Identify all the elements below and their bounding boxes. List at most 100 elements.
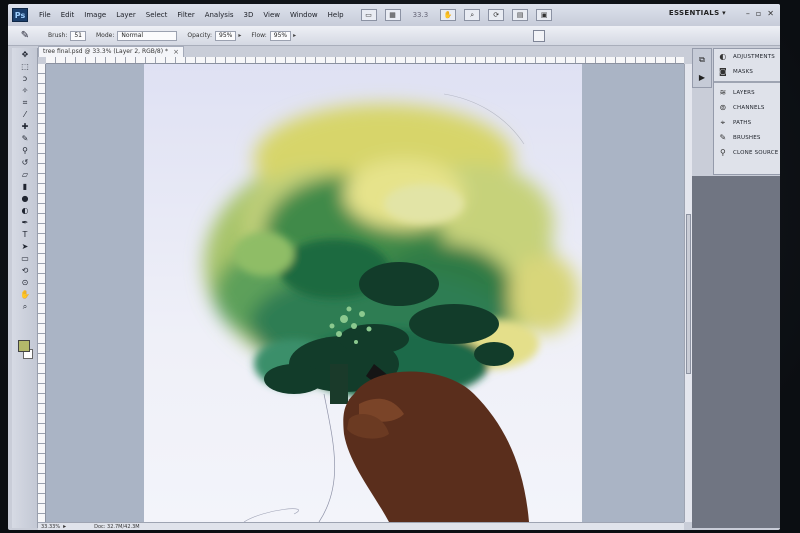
gradient-icon[interactable]: ▮ <box>15 181 35 192</box>
opacity-field[interactable]: 95% <box>215 30 237 41</box>
status-zoom[interactable]: 33.33% <box>38 524 63 530</box>
pasteboard <box>46 64 684 522</box>
history-panel-icon[interactable]: ⧉ <box>695 54 709 66</box>
minimize-icon[interactable]: – <box>746 9 750 18</box>
scrollbar-thumb[interactable] <box>686 214 691 374</box>
status-document-size: Doc: 32.7M/42.3M <box>94 523 140 530</box>
brush-size-picker[interactable]: 51 <box>70 30 86 41</box>
photoshop-logo: Ps <box>12 8 28 22</box>
panel-divider <box>714 81 780 83</box>
arrange-documents-icon[interactable]: ▤ <box>512 9 529 21</box>
brush-icon[interactable]: ✎ <box>15 133 35 144</box>
zoom-level-field[interactable]: 33.3 <box>409 11 433 19</box>
menu-image[interactable]: Image <box>79 11 111 19</box>
shape-icon[interactable]: ▭ <box>15 253 35 264</box>
tree-painting <box>204 93 579 522</box>
close-icon[interactable]: × <box>173 48 179 56</box>
vertical-ruler <box>38 64 46 522</box>
opacity-label: Opacity: <box>187 32 213 39</box>
menu-window[interactable]: Window <box>285 11 323 19</box>
masks-icon: ◙ <box>719 67 727 76</box>
brushes-icon: ✎ <box>719 133 727 142</box>
sketch-root-line <box>243 508 299 522</box>
hand-icon[interactable]: ✋ <box>15 289 35 300</box>
panel-label: CLONE SOURCE <box>733 149 779 156</box>
menu-edit[interactable]: Edit <box>56 11 80 19</box>
horizontal-ruler <box>46 57 684 64</box>
menu-layer[interactable]: Layer <box>111 11 141 19</box>
tools-panel: ✥ ⬚ ↄ ✧ ⌗ ⁄ ✚ ✎ ⚲ ↺ ▱ ▮ ● ◐ ✒ T ➤ ▭ ⟲ ⊙ … <box>12 48 38 528</box>
panel-layers[interactable]: ≋ LAYERS <box>714 85 780 100</box>
document-canvas[interactable] <box>144 64 582 522</box>
panel-masks[interactable]: ◙ MASKS <box>714 64 780 79</box>
move-icon[interactable]: ✥ <box>15 49 35 60</box>
foreground-color-swatch[interactable] <box>18 340 30 352</box>
type-icon[interactable]: T <box>15 229 35 240</box>
path-select-icon[interactable]: ➤ <box>15 241 35 252</box>
window-controls: – ▫ ✕ <box>746 9 774 18</box>
3d-rotate-icon[interactable]: ⟲ <box>15 265 35 276</box>
eraser-icon[interactable]: ▱ <box>15 169 35 180</box>
close-icon[interactable]: ✕ <box>767 9 774 18</box>
history-brush-icon[interactable]: ↺ <box>15 157 35 168</box>
clone-stamp-icon[interactable]: ⚲ <box>15 145 35 156</box>
status-bar: 33.33% ▸ Doc: 32.7M/42.3M <box>38 522 684 530</box>
panel-adjustments[interactable]: ◐ ADJUSTMENTS <box>714 49 780 64</box>
menu-3d[interactable]: 3D <box>239 11 259 19</box>
quick-select-icon[interactable]: ✧ <box>15 85 35 96</box>
menu-file[interactable]: File <box>34 11 56 19</box>
collapsed-panel-icons: ⧉ ▶ <box>692 48 712 88</box>
hand-tool-icon[interactable]: ✋ <box>440 9 457 21</box>
marquee-icon[interactable]: ⬚ <box>15 61 35 72</box>
panel-channels[interactable]: ⊚ CHANNELS <box>714 100 780 115</box>
sketch-trunk-line <box>318 393 335 522</box>
zoom-icon[interactable]: ⌕ <box>15 301 35 312</box>
chevron-right-icon[interactable]: ▸ <box>293 32 296 39</box>
options-bar: ✎ Brush: 51 Mode: Normal Opacity: 95% ▸ … <box>8 26 780 46</box>
actions-panel-icon[interactable]: ▶ <box>695 71 709 83</box>
screen-mode-icon[interactable]: ▣ <box>536 9 553 21</box>
blur-icon[interactable]: ● <box>15 193 35 204</box>
clone-source-icon: ⚲ <box>719 148 727 157</box>
chevron-right-icon[interactable]: ▸ <box>238 32 241 39</box>
zoom-tool-icon[interactable]: ⌕ <box>464 9 481 21</box>
flow-field[interactable]: 95% <box>269 30 292 41</box>
bridge-icon[interactable]: ▭ <box>360 9 377 21</box>
eyedropper-icon[interactable]: ⁄ <box>15 109 35 120</box>
view-extras-icon[interactable]: ▦ <box>384 9 401 21</box>
menu-view[interactable]: View <box>258 11 285 19</box>
status-arrow-icon[interactable]: ▸ <box>63 523 66 530</box>
menu-analysis[interactable]: Analysis <box>200 11 239 19</box>
lasso-icon[interactable]: ↄ <box>15 73 35 84</box>
panel-paths[interactable]: ⌖ PATHS <box>714 115 780 130</box>
workspace-switcher[interactable]: ESSENTIALS ▾ <box>669 9 726 17</box>
dodge-icon[interactable]: ◐ <box>15 205 35 216</box>
panel-clone-source[interactable]: ⚲ CLONE SOURCE <box>714 145 780 160</box>
paths-icon: ⌖ <box>720 117 726 127</box>
photoshop-window: Ps File Edit Image Layer Select Filter A… <box>8 4 780 530</box>
brush-panel-toggle-icon[interactable] <box>533 30 545 42</box>
menu-help[interactable]: Help <box>323 11 349 19</box>
menu-select[interactable]: Select <box>141 11 173 19</box>
vertical-scrollbar[interactable] <box>684 64 692 522</box>
mode-label: Mode: <box>95 32 115 39</box>
panel-label: LAYERS <box>733 89 755 96</box>
healing-icon[interactable]: ✚ <box>15 121 35 132</box>
menu-bar: Ps File Edit Image Layer Select Filter A… <box>8 4 780 26</box>
rotate-view-icon[interactable]: ⟳ <box>488 9 505 21</box>
panel-dock: ◐ ADJUSTMENTS ◙ MASKS ≋ LAYERS ⊚ CHANNEL… <box>713 48 780 175</box>
panel-label: BRUSHES <box>733 134 761 141</box>
3d-orbit-icon[interactable]: ⊙ <box>15 277 35 288</box>
panel-label: ADJUSTMENTS <box>733 53 775 60</box>
maximize-icon[interactable]: ▫ <box>756 9 761 18</box>
document-tab[interactable]: tree final.psd @ 33.3% (Layer 2, RGB/8) … <box>38 46 184 57</box>
brush-preset-icon[interactable]: ✎ <box>16 29 34 43</box>
empty-panel-area <box>692 176 780 528</box>
pen-icon[interactable]: ✒ <box>15 217 35 228</box>
adjustments-icon: ◐ <box>719 52 727 61</box>
mode-select[interactable]: Normal <box>117 30 178 41</box>
panel-label: MASKS <box>733 68 754 75</box>
menu-filter[interactable]: Filter <box>172 11 199 19</box>
crop-icon[interactable]: ⌗ <box>15 97 35 108</box>
panel-brushes[interactable]: ✎ BRUSHES <box>714 130 780 145</box>
